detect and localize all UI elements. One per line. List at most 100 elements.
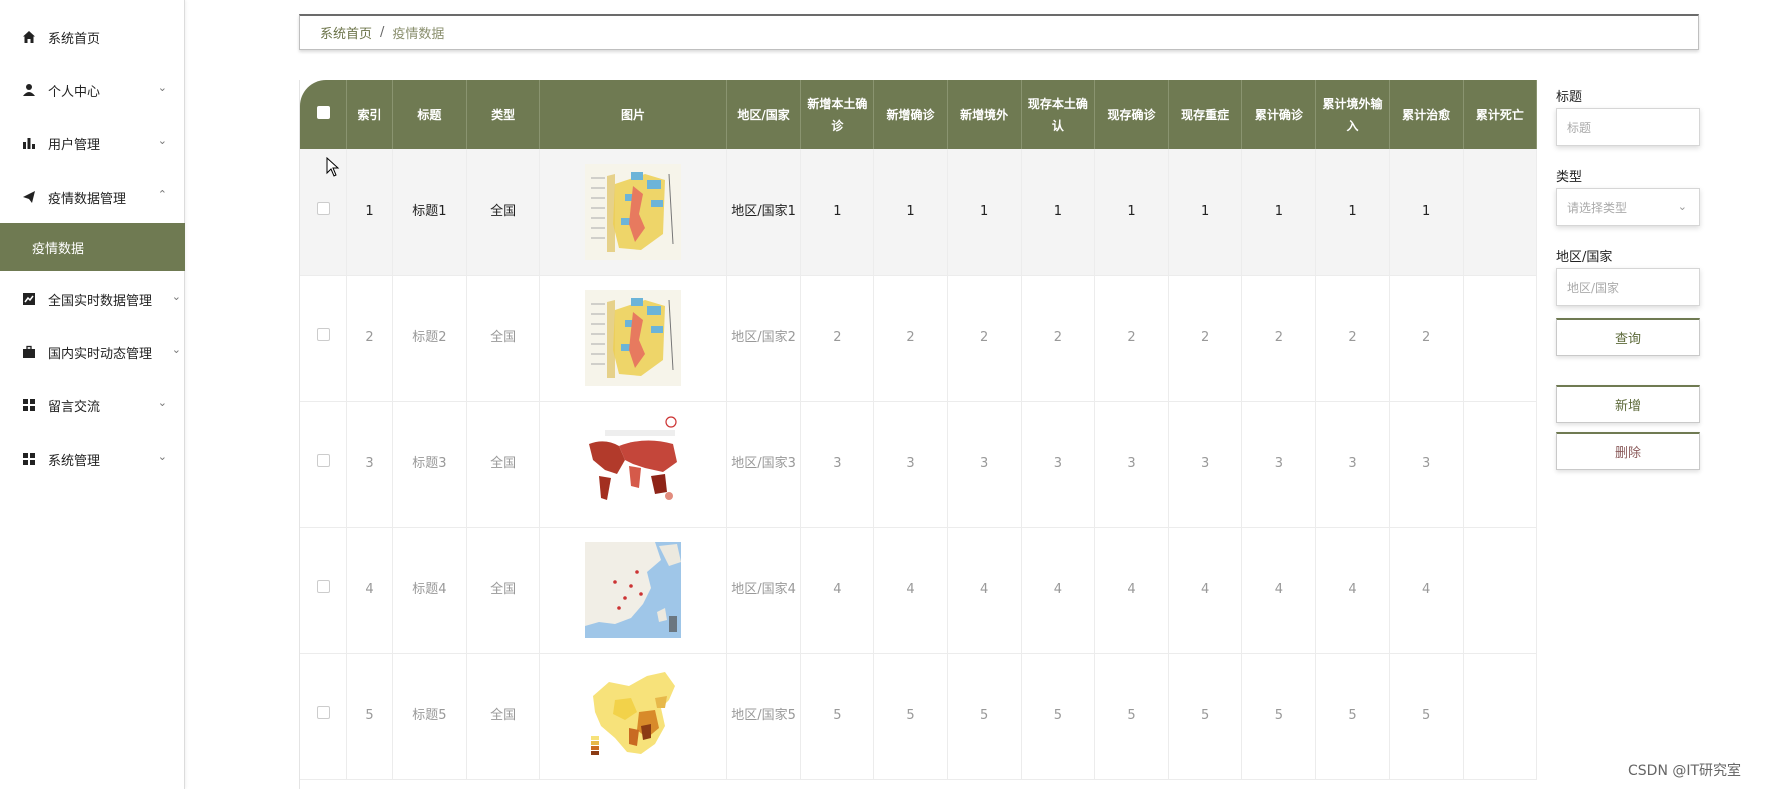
title-search-input[interactable]: 标题 <box>1556 108 1700 146</box>
column-header: 新增确诊 <box>873 80 948 149</box>
row-checkbox[interactable] <box>316 328 330 341</box>
cell-type: 全国 <box>466 275 541 402</box>
sidebar-item-personal[interactable]: 个人中心 ⌄ <box>0 68 185 112</box>
region-search-input[interactable]: 地区/国家 <box>1556 268 1700 306</box>
cell-value: 3 <box>1241 401 1317 528</box>
cell-region: 地区/国家1 <box>726 149 802 276</box>
bar-chart-icon <box>22 136 44 150</box>
cell-value: 5 <box>1021 653 1095 780</box>
cell-value <box>1463 149 1537 276</box>
cell-title: 标题3 <box>392 401 468 528</box>
cell-image[interactable] <box>539 149 727 276</box>
breadcrumb: 系统首页 / 疫情数据 <box>299 14 1699 50</box>
row-select-cell[interactable] <box>300 653 348 780</box>
cell-image[interactable] <box>539 653 727 780</box>
cell-region: 地区/国家2 <box>726 275 802 402</box>
column-header: 累计境外输入 <box>1315 80 1390 149</box>
cell-value: 2 <box>800 275 875 402</box>
sidebar-item-users[interactable]: 用户管理 ⌄ <box>0 121 185 165</box>
cell-value: 1 <box>1021 149 1095 276</box>
region-filter-label: 地区/国家 <box>1556 250 1613 265</box>
cell-value: 3 <box>947 401 1022 528</box>
cell-value: 4 <box>1389 527 1464 654</box>
data-table: 索引 标题 类型 图片 地区/国家 新增本土确诊 新增确诊 新增境外 现存本土确… <box>300 80 1537 780</box>
cell-value: 4 <box>800 527 875 654</box>
type-filter-label: 类型 <box>1556 170 1583 185</box>
cell-value: 1 <box>1389 149 1464 276</box>
cell-value: 3 <box>1094 401 1170 528</box>
add-button[interactable]: 新增 <box>1556 385 1700 423</box>
cell-value: 5 <box>800 653 875 780</box>
table-row[interactable]: 3 标题3 全国 地区/国家3 3 3 3 3 3 3 3 3 3 <box>300 401 1537 528</box>
select-all-checkbox[interactable] <box>316 105 330 119</box>
cell-image[interactable] <box>539 527 727 654</box>
sidebar-item-home[interactable]: 系统首页 <box>0 15 185 59</box>
table-row[interactable]: 5 标题5 全国 地区/国家5 5 5 5 5 5 5 5 5 5 <box>300 653 1537 780</box>
select-all-header[interactable] <box>300 80 348 149</box>
sidebar-item-epidemic[interactable]: 疫情数据管理 ⌃ <box>0 175 185 219</box>
chevron-down-icon: ⌄ <box>157 134 167 147</box>
cell-index: 4 <box>346 527 393 654</box>
cell-value: 3 <box>1315 401 1390 528</box>
cell-value: 5 <box>947 653 1022 780</box>
cell-value: 2 <box>947 275 1022 402</box>
china-map-thumbnail[interactable] <box>585 542 682 638</box>
cell-region: 地区/国家5 <box>726 653 802 780</box>
cell-image[interactable] <box>539 401 727 528</box>
cell-value: 2 <box>1389 275 1464 402</box>
row-select-cell[interactable] <box>300 275 348 402</box>
breadcrumb-home[interactable]: 系统首页 <box>320 23 372 42</box>
column-header: 类型 <box>466 80 541 149</box>
sidebar-item-national-realtime[interactable]: 全国实时数据管理 ⌄ <box>0 277 185 321</box>
cell-region: 地区/国家3 <box>726 401 802 528</box>
sidebar-item-label: 留言交流 <box>48 399 101 415</box>
row-select-cell[interactable] <box>300 401 348 528</box>
query-button[interactable]: 查询 <box>1556 318 1700 356</box>
chevron-down-icon: ⌄ <box>157 396 167 409</box>
column-header: 新增本土确诊 <box>800 80 875 149</box>
cell-value: 3 <box>873 401 948 528</box>
sidebar-item-system[interactable]: 系统管理 ⌄ <box>0 437 185 481</box>
table-row[interactable]: 4 标题4 全国 地区/国家4 4 4 4 4 4 4 4 4 4 <box>300 527 1537 654</box>
row-checkbox[interactable] <box>316 201 330 215</box>
cell-image[interactable] <box>539 275 727 402</box>
row-checkbox[interactable] <box>316 580 330 593</box>
breadcrumb-current: 疫情数据 <box>392 27 445 42</box>
delete-button[interactable]: 删除 <box>1556 432 1700 470</box>
chevron-down-icon: ⌄ <box>1677 200 1687 213</box>
cell-type: 全国 <box>466 527 541 654</box>
column-header: 新增境外 <box>947 80 1022 149</box>
table-header-row: 索引 标题 类型 图片 地区/国家 新增本土确诊 新增确诊 新增境外 现存本土确… <box>300 80 1537 149</box>
world-map-thumbnail[interactable] <box>585 416 682 512</box>
cell-type: 全国 <box>466 401 541 528</box>
sidebar-item-messages[interactable]: 留言交流 ⌄ <box>0 383 185 427</box>
heat-map-thumbnail[interactable] <box>585 668 682 764</box>
column-header: 现存本土确认 <box>1021 80 1095 149</box>
cell-value <box>1463 653 1537 780</box>
table-row[interactable]: 1 标题1 全国 地区/国家1 1 1 1 1 1 1 1 1 1 <box>300 149 1537 276</box>
row-select-cell[interactable] <box>300 527 348 654</box>
cell-index: 3 <box>346 401 393 528</box>
user-icon <box>22 83 44 97</box>
column-header: 标题 <box>392 80 468 149</box>
cell-value: 5 <box>1241 653 1317 780</box>
type-select[interactable]: 请选择类型 ⌄ <box>1556 188 1700 226</box>
cell-value: 1 <box>1241 149 1317 276</box>
density-map-thumbnail[interactable] <box>585 290 682 386</box>
density-map-thumbnail[interactable] <box>585 163 682 260</box>
sidebar-subitem-epidemic-data[interactable]: 疫情数据 <box>0 223 185 271</box>
cell-value <box>1463 527 1537 654</box>
row-checkbox[interactable] <box>316 706 330 719</box>
cell-value: 2 <box>1168 275 1243 402</box>
cell-index: 1 <box>346 149 393 276</box>
mouse-cursor-icon <box>326 156 340 181</box>
sidebar-item-label: 系统首页 <box>48 31 101 47</box>
grid-icon <box>22 398 44 412</box>
cell-value: 2 <box>1241 275 1317 402</box>
cell-value: 1 <box>1094 149 1170 276</box>
table-row[interactable]: 2 标题2 全国 地区/国家2 2 2 2 2 2 2 2 2 2 <box>300 275 1537 402</box>
column-header: 现存重症 <box>1168 80 1243 149</box>
sidebar-item-domestic-dynamics[interactable]: 国内实时动态管理 ⌄ <box>0 330 185 374</box>
cell-type: 全国 <box>466 653 541 780</box>
row-checkbox[interactable] <box>316 454 330 467</box>
